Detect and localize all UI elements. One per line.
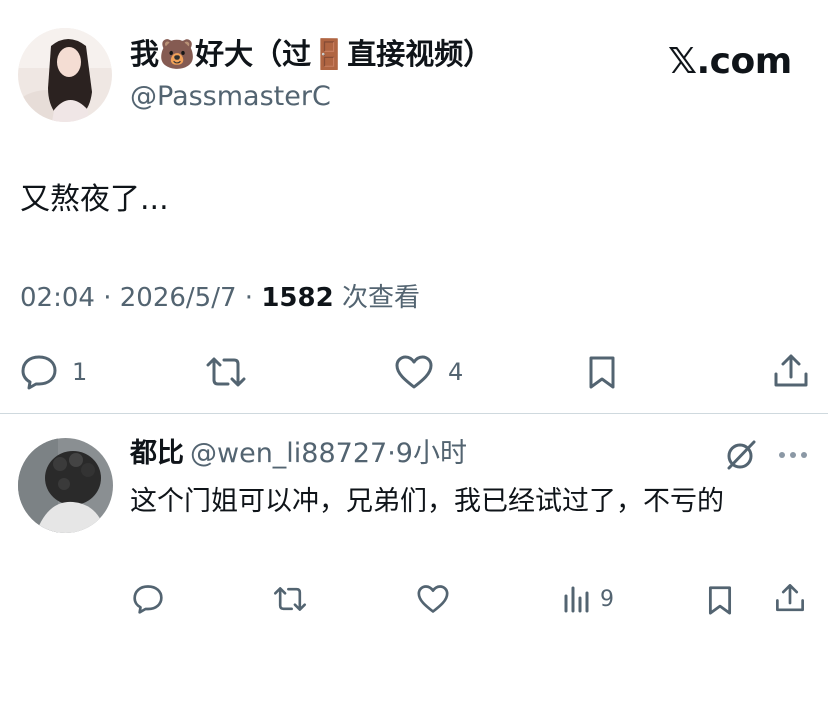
bookmark-icon (706, 584, 734, 616)
share-icon (772, 352, 810, 390)
reply-author-name[interactable]: 都比 (130, 438, 184, 469)
tweet-date[interactable]: 2026/5/7 (120, 283, 237, 313)
reply-icon (132, 584, 164, 614)
reply-header: 都比 @wen_li88727·9小时 (130, 435, 467, 476)
bookmark-button[interactable] (586, 354, 618, 390)
reply-bookmark-button[interactable] (706, 584, 734, 616)
divider (0, 413, 828, 414)
author-avatar[interactable] (18, 28, 112, 122)
x-logo: 𝕏.com (668, 41, 792, 82)
retweet-button[interactable] (204, 354, 248, 390)
reply-reply-button[interactable] (132, 584, 164, 614)
tweet-meta: 02:04 · 2026/5/7 · 1582 次查看 (20, 280, 420, 316)
author-handle[interactable]: @PassmasterC (130, 80, 331, 114)
retweet-icon (272, 584, 308, 614)
reply-author-handle[interactable]: @wen_li88727 (190, 438, 387, 469)
like-count: 4 (448, 358, 464, 386)
reply-retweet-button[interactable] (272, 584, 308, 614)
retweet-icon (204, 354, 248, 390)
reply-share-button[interactable] (774, 582, 806, 614)
tweet-text: 又熬夜了... (20, 182, 169, 217)
reply-separator: · (387, 438, 396, 469)
reply-author-avatar[interactable] (18, 438, 113, 533)
views-icon (562, 584, 592, 614)
more-icon[interactable] (778, 443, 808, 471)
grok-icon[interactable] (724, 438, 758, 476)
reply-views-count: 9 (600, 586, 614, 612)
reply-button[interactable]: 1 (20, 354, 87, 390)
author-name[interactable]: 我🐻好大（过🚪直接视频） (130, 34, 492, 74)
meta-separator: · (244, 283, 254, 313)
like-button[interactable]: 4 (394, 354, 463, 390)
reply-views-button[interactable]: 9 (562, 584, 614, 614)
like-icon (416, 584, 450, 614)
reply-time[interactable]: 9小时 (396, 438, 467, 469)
share-icon (774, 582, 806, 614)
reply-text: 这个门姐可以冲，兄弟们，我已经试过了，不亏的 (130, 486, 724, 517)
like-icon (394, 354, 434, 390)
bookmark-icon (586, 354, 618, 390)
meta-separator: · (103, 283, 112, 313)
reply-like-button[interactable] (416, 584, 450, 614)
views-count: 1582 (261, 283, 334, 313)
share-button[interactable] (772, 352, 810, 390)
tweet-time[interactable]: 02:04 (20, 283, 95, 313)
reply-icon (20, 354, 58, 390)
views-label: 次查看 (341, 283, 420, 313)
reply-count: 1 (72, 358, 88, 386)
